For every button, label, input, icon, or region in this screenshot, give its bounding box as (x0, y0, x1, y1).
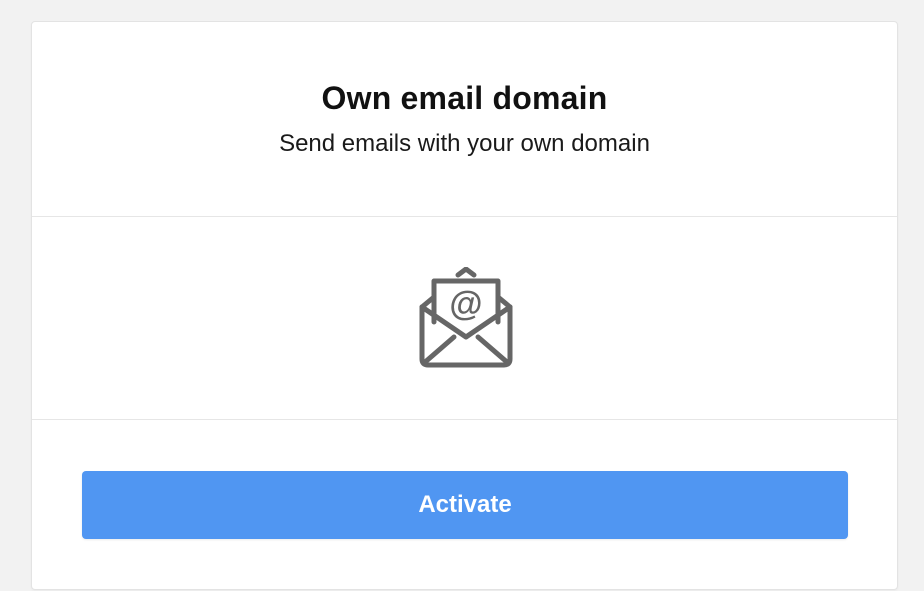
card-footer: Activate (32, 420, 897, 591)
email-domain-card: Own email domain Send emails with your o… (31, 21, 898, 590)
activate-button[interactable]: Activate (82, 471, 848, 539)
card-header: Own email domain Send emails with your o… (32, 22, 897, 217)
card-subtitle: Send emails with your own domain (279, 130, 650, 157)
envelope-at-icon: @ (419, 267, 513, 368)
svg-text:@: @ (449, 285, 482, 323)
icon-section: @ (32, 217, 897, 420)
card-title: Own email domain (321, 80, 608, 116)
